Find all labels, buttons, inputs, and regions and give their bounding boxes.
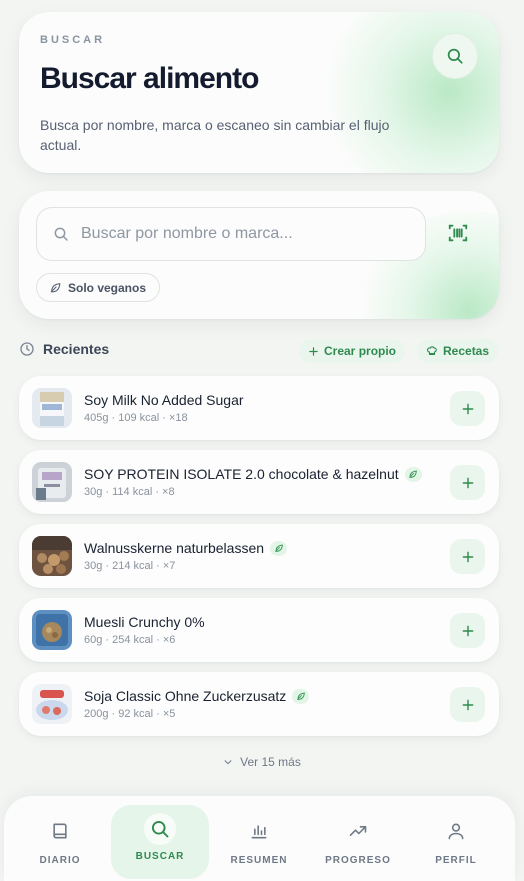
food-name: Soja Classic Ohne Zuckerzusatz [84,688,310,704]
bar-chart-icon [247,819,271,843]
leaf-icon [409,470,418,478]
nav-item-perfil[interactable]: PERFIL [407,805,505,879]
nav-label: PROGRESO [325,855,391,866]
leaf-icon [50,283,61,293]
vegan-badge [292,688,310,704]
add-food-button[interactable] [450,687,485,722]
chevron-down-icon [224,760,232,765]
food-name-text: Soja Classic Ohne Zuckerzusatz [84,688,287,704]
plus-icon [462,551,473,562]
create-own-label: Crear propio [324,344,397,358]
recent-title: Recientes [19,341,109,357]
food-meta: 60g · 254 kcal · ×6 [84,634,176,646]
search-icon [447,48,463,64]
page-subtitle: Busca por nombre, marca o escaneo sin ca… [40,117,390,153]
recent-label: Recientes [43,341,110,357]
nav-item-resumen[interactable]: RESUMEN [210,805,308,879]
product-thumbnail [32,388,72,428]
food-name-text: Soy Milk No Added Sugar [84,392,244,408]
food-meta: 30g · 114 kcal · ×8 [84,486,175,498]
product-thumbnail [32,610,72,650]
search-input[interactable] [81,225,401,243]
vegan-filter-label: Solo veganos [68,280,147,295]
product-thumbnail [32,684,72,724]
recent-header: Recientes Crear propio Recetas [19,339,499,363]
chef-hat-icon [426,346,437,356]
vegan-badge [404,466,422,482]
add-food-button[interactable] [450,391,485,426]
vegan-filter-chip[interactable]: Solo veganos [36,273,161,302]
plus-icon [462,699,473,710]
food-name: Walnusskerne naturbelassen [84,540,288,556]
plus-icon [309,346,318,356]
nav-item-progreso[interactable]: PROGRESO [309,805,407,879]
book-icon [48,819,72,843]
nav-label: DIARIO [39,855,81,866]
nav-label: PERFIL [435,855,477,866]
food-name: Muesli Crunchy 0% [84,614,205,630]
add-food-button[interactable] [450,539,485,574]
food-meta: 405g · 109 kcal · ×18 [84,412,188,424]
food-meta: 30g · 214 kcal · ×7 [84,560,176,572]
food-name-text: Muesli Crunchy 0% [84,614,205,630]
vegan-badge [270,540,288,556]
recipes-button[interactable]: Recetas [417,339,499,363]
header-search-button[interactable] [432,33,478,79]
leaf-icon [274,544,283,552]
header-card: BUSCAR Buscar alimento Busca por nombre,… [19,12,499,173]
search-icon [54,227,68,241]
show-more-label: Ver 15 más [240,755,301,769]
show-more-link[interactable]: Ver 15 más [0,755,524,769]
food-name: SOY PROTEIN ISOLATE 2.0 chocolate & haze… [84,466,422,482]
list-item[interactable]: SOY PROTEIN ISOLATE 2.0 chocolate & haze… [19,450,499,514]
section-eyebrow: BUSCAR [40,34,106,46]
list-item[interactable]: Walnusskerne naturbelassen 30g · 214 kca… [19,524,499,588]
product-thumbnail [32,462,72,502]
bottom-nav: DIARIO BUSCAR RESUMEN PROGRESO PERFIL [4,796,515,881]
page-title: Buscar alimento [40,62,259,95]
list-item[interactable]: Soy Milk No Added Sugar 405g · 109 kcal … [19,376,499,440]
barcode-scan-button[interactable] [443,218,473,248]
food-name-text: Walnusskerne naturbelassen [84,540,265,556]
food-meta: 200g · 92 kcal · ×5 [84,708,176,720]
nav-label: BUSCAR [135,851,185,862]
search-card: Solo veganos [19,191,499,319]
plus-icon [462,477,473,488]
plus-icon [462,403,473,414]
leaf-icon [296,692,305,700]
plus-icon [462,625,473,636]
list-item[interactable]: Soja Classic Ohne Zuckerzusatz 200g · 92… [19,672,499,736]
list-item[interactable]: Muesli Crunchy 0% 60g · 254 kcal · ×6 [19,598,499,662]
add-food-button[interactable] [450,613,485,648]
search-icon [144,813,176,845]
add-food-button[interactable] [450,465,485,500]
product-thumbnail [32,536,72,576]
nav-item-diario[interactable]: DIARIO [11,805,109,879]
barcode-scan-icon [448,224,468,242]
nav-item-buscar[interactable]: BUSCAR [111,805,209,879]
trend-up-icon [346,819,370,843]
create-own-button[interactable]: Crear propio [299,339,406,363]
search-field[interactable] [36,207,426,261]
recipes-label: Recetas [443,344,490,358]
nav-label: RESUMEN [230,855,288,866]
food-name-text: SOY PROTEIN ISOLATE 2.0 chocolate & haze… [84,466,399,482]
user-icon [444,819,468,843]
clock-icon [20,342,34,356]
food-name: Soy Milk No Added Sugar [84,392,244,408]
